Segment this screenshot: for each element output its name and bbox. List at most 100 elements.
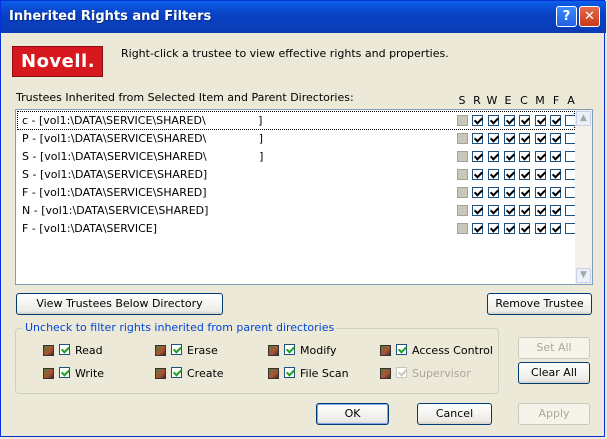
remove-trustee-button[interactable]: Remove Trustee xyxy=(487,293,592,315)
apply-button[interactable]: Apply xyxy=(518,403,590,425)
view-trustees-button[interactable]: View Trustees Below Directory xyxy=(16,293,223,315)
trustee-row[interactable]: S - [vol1:\DATA\SERVICE\SHARED] xyxy=(18,166,576,183)
right-checkbox-r[interactable] xyxy=(472,151,483,162)
filter-groupbox xyxy=(15,328,499,394)
help-icon[interactable]: ? xyxy=(556,6,577,27)
key-icon xyxy=(380,345,391,356)
scroll-down-icon[interactable]: ▼ xyxy=(576,268,591,283)
trustee-row[interactable]: F - [vol1:\DATA\SERVICE\SHARED] xyxy=(18,184,576,201)
right-checkbox-m[interactable] xyxy=(535,223,546,234)
trustee-row[interactable]: N - [vol1:\DATA\SERVICE\SHARED] xyxy=(18,202,576,219)
trustee-row[interactable]: P - [vol1:\DATA\SERVICE\SHARED\ ] xyxy=(18,130,576,147)
col-header-m: M xyxy=(535,94,545,107)
right-checkbox-m[interactable] xyxy=(535,115,546,126)
right-checkbox-s[interactable] xyxy=(457,115,468,126)
right-checkbox-r[interactable] xyxy=(472,187,483,198)
right-checkbox-w[interactable] xyxy=(488,187,499,198)
right-checkbox-w[interactable] xyxy=(488,169,499,180)
trustee-row[interactable]: S - [vol1:\DATA\SERVICE\SHARED\ ] xyxy=(18,148,576,165)
trustee-path: S - [vol1:\DATA\SERVICE\SHARED] xyxy=(22,168,208,181)
right-checkbox-c[interactable] xyxy=(519,133,530,144)
scroll-up-icon[interactable]: ▲ xyxy=(576,111,591,126)
right-checkbox-e[interactable] xyxy=(504,133,515,144)
right-checkbox-c[interactable] xyxy=(519,151,530,162)
filter-label: Write xyxy=(75,367,105,380)
filter-checkbox[interactable] xyxy=(171,344,182,355)
filter-checkbox[interactable] xyxy=(396,367,407,378)
right-checkbox-c[interactable] xyxy=(519,205,530,216)
right-checkbox-c[interactable] xyxy=(519,223,530,234)
right-checkbox-f[interactable] xyxy=(550,151,561,162)
right-checkbox-e[interactable] xyxy=(504,169,515,180)
filter-checkbox[interactable] xyxy=(284,367,295,378)
trustee-row[interactable]: F - [vol1:\DATA\SERVICE] xyxy=(18,220,576,237)
trustees-list[interactable]: c - [vol1:\DATA\SERVICE\SHARED\ ] P - [vo… xyxy=(15,109,593,285)
col-header-r: R xyxy=(473,94,481,107)
key-icon xyxy=(43,345,54,356)
right-checkbox-s[interactable] xyxy=(457,133,468,144)
right-checkbox-e[interactable] xyxy=(504,223,515,234)
right-checkbox-e[interactable] xyxy=(504,205,515,216)
filter-checkbox[interactable] xyxy=(171,367,182,378)
right-checkbox-f[interactable] xyxy=(550,169,561,180)
right-checkbox-f[interactable] xyxy=(550,133,561,144)
right-checkbox-f[interactable] xyxy=(550,223,561,234)
set-all-button[interactable]: Set All xyxy=(518,337,590,359)
col-header-e: E xyxy=(504,94,512,107)
title-bar[interactable]: Inherited Rights and Filters ? ✕ xyxy=(1,1,606,33)
right-checkbox-w[interactable] xyxy=(488,115,499,126)
right-checkbox-w[interactable] xyxy=(488,223,499,234)
key-icon xyxy=(43,368,54,379)
right-checkbox-e[interactable] xyxy=(504,115,515,126)
filter-group-label: Uncheck to filter rights inherited from … xyxy=(23,321,337,334)
window-title: Inherited Rights and Filters xyxy=(9,9,212,24)
close-icon[interactable]: ✕ xyxy=(579,6,600,27)
right-checkbox-s[interactable] xyxy=(457,223,468,234)
filter-label: Access Control xyxy=(412,344,493,357)
right-checkbox-f[interactable] xyxy=(550,115,561,126)
right-checkbox-r[interactable] xyxy=(472,205,483,216)
filter-label: Read xyxy=(75,344,103,357)
right-checkbox-r[interactable] xyxy=(472,133,483,144)
filter-checkbox[interactable] xyxy=(284,344,295,355)
filter-checkbox[interactable] xyxy=(396,344,407,355)
right-checkbox-w[interactable] xyxy=(488,151,499,162)
right-checkbox-r[interactable] xyxy=(472,223,483,234)
right-checkbox-c[interactable] xyxy=(519,187,530,198)
ok-button[interactable]: OK xyxy=(316,403,389,425)
right-checkbox-m[interactable] xyxy=(535,205,546,216)
filter-checkbox[interactable] xyxy=(59,344,70,355)
filter-label: Modify xyxy=(300,344,337,357)
right-checkbox-e[interactable] xyxy=(504,187,515,198)
hint-text: Right-click a trustee to view effective … xyxy=(121,47,449,60)
trustee-row[interactable]: c - [vol1:\DATA\SERVICE\SHARED\ ] xyxy=(17,111,576,130)
right-checkbox-s[interactable] xyxy=(457,205,468,216)
trustee-path: N - [vol1:\DATA\SERVICE\SHARED] xyxy=(22,204,209,217)
right-checkbox-w[interactable] xyxy=(488,205,499,216)
right-checkbox-m[interactable] xyxy=(535,169,546,180)
right-checkbox-s[interactable] xyxy=(457,151,468,162)
list-scrollbar[interactable]: ▲ ▼ xyxy=(575,110,592,284)
right-checkbox-w[interactable] xyxy=(488,133,499,144)
right-checkbox-f[interactable] xyxy=(550,205,561,216)
key-icon xyxy=(268,368,279,379)
right-checkbox-f[interactable] xyxy=(550,187,561,198)
right-checkbox-e[interactable] xyxy=(504,151,515,162)
right-checkbox-c[interactable] xyxy=(519,169,530,180)
right-checkbox-s[interactable] xyxy=(457,169,468,180)
filter-checkbox[interactable] xyxy=(59,367,70,378)
right-checkbox-r[interactable] xyxy=(472,115,483,126)
right-checkbox-m[interactable] xyxy=(535,187,546,198)
key-icon xyxy=(380,368,391,379)
cancel-button[interactable]: Cancel xyxy=(417,403,492,425)
clear-all-button[interactable]: Clear All xyxy=(518,362,590,384)
right-checkbox-m[interactable] xyxy=(535,151,546,162)
col-header-f: F xyxy=(552,94,560,107)
novell-logo: Novell. xyxy=(12,46,103,77)
key-icon xyxy=(155,345,166,356)
right-checkbox-c[interactable] xyxy=(519,115,530,126)
right-checkbox-r[interactable] xyxy=(472,169,483,180)
right-checkbox-m[interactable] xyxy=(535,133,546,144)
right-checkbox-s[interactable] xyxy=(457,187,468,198)
filter-label: File Scan xyxy=(300,367,349,380)
